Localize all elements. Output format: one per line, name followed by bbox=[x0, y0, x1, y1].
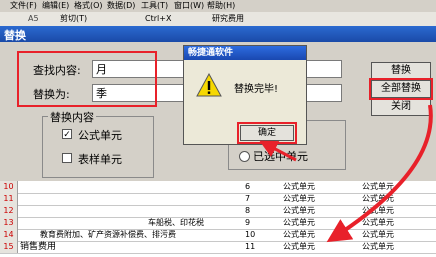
message-box-title: 畅捷通软件 bbox=[188, 48, 234, 58]
menu-tools[interactable]: 工具(T) bbox=[141, 0, 168, 12]
table-option-label: 表样单元 bbox=[78, 153, 122, 166]
menu-help[interactable]: 帮助(H) bbox=[207, 0, 235, 12]
selected-cells-label: 已选中单元 bbox=[253, 150, 308, 163]
dialog-title: 替换 bbox=[4, 29, 26, 42]
cell-index[interactable]: 11 bbox=[245, 241, 255, 253]
formula-value[interactable]: 研究费用 bbox=[212, 13, 244, 25]
row-number: 12 bbox=[0, 205, 18, 217]
menu-edit[interactable]: 编辑(E) bbox=[42, 0, 69, 12]
cell-formula-e[interactable]: 公式单元 bbox=[362, 217, 394, 229]
cell-index[interactable]: 8 bbox=[245, 205, 250, 217]
highlight-ok-button bbox=[237, 122, 297, 144]
row-number: 13 bbox=[0, 217, 18, 229]
row-number: 11 bbox=[0, 193, 18, 205]
cell-formula-d[interactable]: 公式单元 bbox=[283, 229, 315, 241]
highlight-input-box bbox=[17, 51, 157, 107]
cell-formula-d[interactable]: 公式单元 bbox=[283, 193, 315, 205]
cut-shortcut: Ctrl+X bbox=[145, 14, 172, 23]
table-checkbox[interactable] bbox=[62, 153, 72, 163]
formula-bar: A5 剪切(T) Ctrl+X 研究费用 bbox=[0, 12, 436, 27]
cell-formula-e[interactable]: 公式单元 bbox=[362, 181, 394, 193]
cell-index[interactable]: 10 bbox=[245, 229, 255, 241]
cell-formula-e[interactable]: 公式单元 bbox=[362, 193, 394, 205]
warning-icon bbox=[196, 73, 222, 97]
menu-file[interactable]: 文件(F) bbox=[10, 0, 37, 12]
row-number: 10 bbox=[0, 181, 18, 193]
cell-formula-e[interactable]: 公式单元 bbox=[362, 229, 394, 241]
menu-format[interactable]: 格式(O) bbox=[74, 0, 103, 12]
cell-index[interactable]: 7 bbox=[245, 193, 250, 205]
selected-cells-radio[interactable] bbox=[239, 151, 250, 162]
cell-formula-d[interactable]: 公式单元 bbox=[283, 241, 315, 253]
cell-formula-e[interactable]: 公式单元 bbox=[362, 205, 394, 217]
cell-index[interactable]: 9 bbox=[245, 217, 250, 229]
cell-formula-d[interactable]: 公式单元 bbox=[283, 181, 315, 193]
cut-menu-item[interactable]: 剪切(T) bbox=[60, 13, 87, 25]
formula-option-label: 公式单元 bbox=[78, 129, 122, 142]
options-group-label: 替换内容 bbox=[48, 109, 96, 125]
cell-formula-d[interactable]: 公式单元 bbox=[283, 205, 315, 217]
menu-window[interactable]: 窗口(W) bbox=[174, 0, 204, 12]
row-number: 15 bbox=[0, 241, 18, 253]
menu-data[interactable]: 数据(D) bbox=[107, 0, 135, 12]
message-text: 替换完毕! bbox=[234, 84, 279, 95]
spreadsheet-grid: 10 6 公式单元 公式单元 11 7 公式单元 公式单元 12 8 公式单元 … bbox=[0, 181, 436, 257]
cell-item-name[interactable]: 车船税、印花税 bbox=[148, 217, 204, 229]
formula-checkbox[interactable]: ✓ bbox=[62, 129, 72, 140]
cell-reference: A5 bbox=[28, 14, 39, 23]
replace-options-group bbox=[42, 116, 154, 178]
row-number: 14 bbox=[0, 229, 18, 241]
cell-category[interactable]: 销售费用 bbox=[20, 241, 56, 253]
cell-formula-d[interactable]: 公式单元 bbox=[283, 217, 315, 229]
close-button[interactable]: 关闭 bbox=[371, 98, 431, 116]
cell-item-name[interactable]: 教育费附加、矿产资源补偿费、排污费 bbox=[40, 229, 176, 241]
replace-dialog-titlebar: 替换 bbox=[0, 26, 436, 42]
highlight-replace-all bbox=[369, 78, 433, 100]
message-box-titlebar: 畅捷通软件 bbox=[184, 46, 306, 60]
cell-index[interactable]: 6 bbox=[245, 181, 250, 193]
cell-formula-e[interactable]: 公式单元 bbox=[362, 241, 394, 253]
